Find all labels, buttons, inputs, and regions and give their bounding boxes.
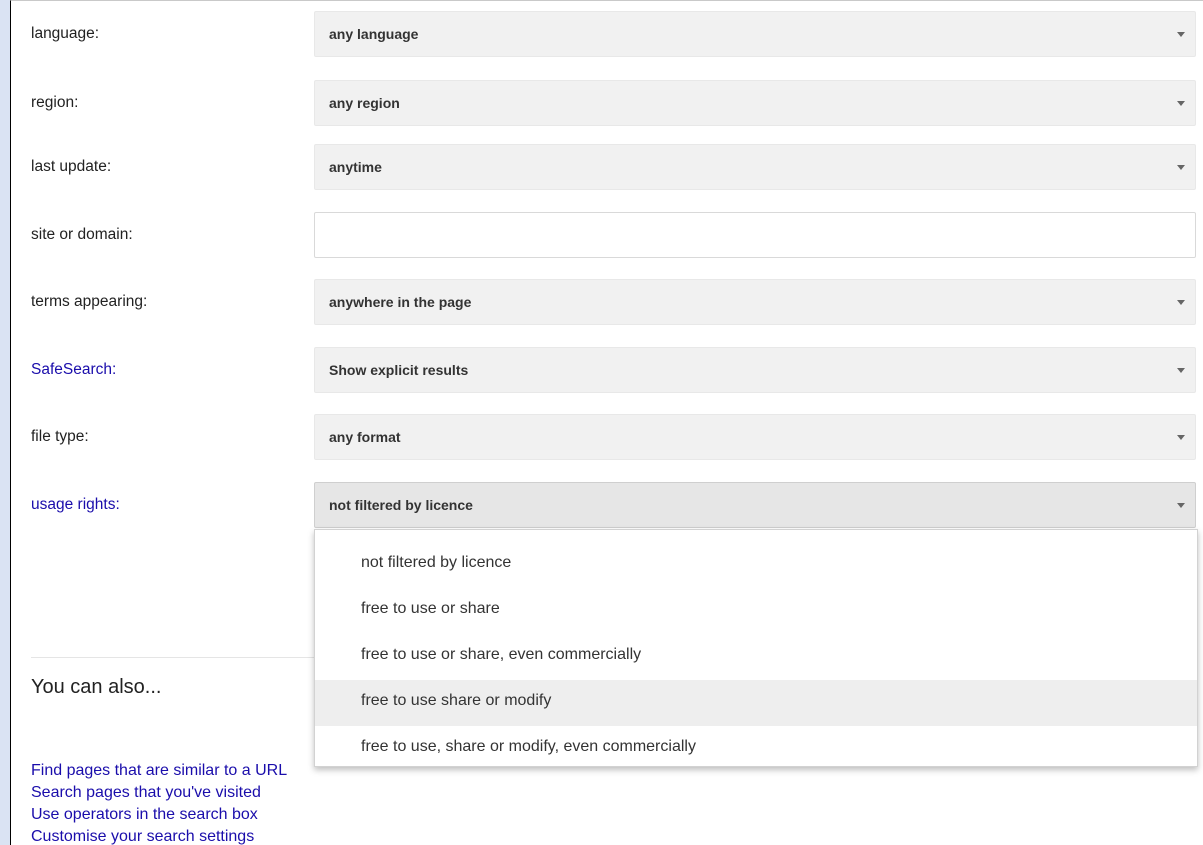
chevron-down-icon [1177,435,1185,440]
terms-appearing-label: terms appearing: [31,293,148,310]
row-region: region: any region [11,80,1203,126]
terms-appearing-select-value: anywhere in the page [329,294,472,310]
you-can-also-links: Find pages that are similar to a URL Sea… [31,760,431,845]
chevron-down-icon [1177,300,1185,305]
row-last-update: last update: anytime [11,144,1203,190]
row-language: language: any language [11,11,1203,57]
advanced-search-panel: language: any language region: any regio… [10,0,1203,845]
usage-rights-dropdown-menu: not filtered by licence free to use or s… [314,529,1198,767]
usage-rights-select[interactable]: not filtered by licence [314,482,1196,528]
row-terms-appearing: terms appearing: anywhere in the page [11,279,1203,325]
region-select[interactable]: any region [314,80,1196,126]
chevron-down-icon [1177,503,1185,508]
usage-rights-option[interactable]: not filtered by licence [315,542,1197,588]
file-type-select[interactable]: any format [314,414,1196,460]
you-can-also-heading: You can also... [31,676,162,698]
use-operators-link[interactable]: Use operators in the search box [31,804,431,826]
usage-rights-select-value: not filtered by licence [329,497,473,513]
section-divider [31,657,331,658]
chevron-down-icon [1177,32,1185,37]
region-select-value: any region [329,95,400,111]
last-update-select-value: anytime [329,159,382,175]
row-usage-rights: usage rights: not filtered by licence [11,482,1203,528]
usage-rights-option[interactable]: free to use or share, even commercially [315,634,1197,680]
usage-rights-option[interactable]: free to use, share or modify, even comme… [315,726,1197,772]
safesearch-select-value: Show explicit results [329,362,469,378]
usage-rights-option-highlighted[interactable]: free to use share or modify [315,680,1197,726]
terms-appearing-select[interactable]: anywhere in the page [314,279,1196,325]
file-type-select-value: any format [329,429,401,445]
row-file-type: file type: any format [11,414,1203,460]
customise-search-settings-link[interactable]: Customise your search settings [31,826,431,845]
site-or-domain-input[interactable] [314,212,1196,258]
search-visited-pages-link[interactable]: Search pages that you've visited [31,782,431,804]
language-label: language: [31,25,100,42]
safesearch-select[interactable]: Show explicit results [314,347,1196,393]
chevron-down-icon [1177,165,1185,170]
row-safesearch: SafeSearch: Show explicit results [11,347,1203,393]
last-update-label: last update: [31,158,112,175]
region-label: region: [31,94,79,111]
row-site-or-domain: site or domain: [11,212,1203,258]
site-or-domain-label: site or domain: [31,226,133,243]
chevron-down-icon [1177,368,1185,373]
chevron-down-icon [1177,101,1185,106]
language-select[interactable]: any language [314,11,1196,57]
last-update-select[interactable]: anytime [314,144,1196,190]
file-type-label: file type: [31,428,89,445]
language-select-value: any language [329,26,419,42]
usage-rights-option[interactable]: free to use or share [315,588,1197,634]
usage-rights-link[interactable]: usage rights: [31,496,120,514]
safesearch-link[interactable]: SafeSearch: [31,361,116,379]
